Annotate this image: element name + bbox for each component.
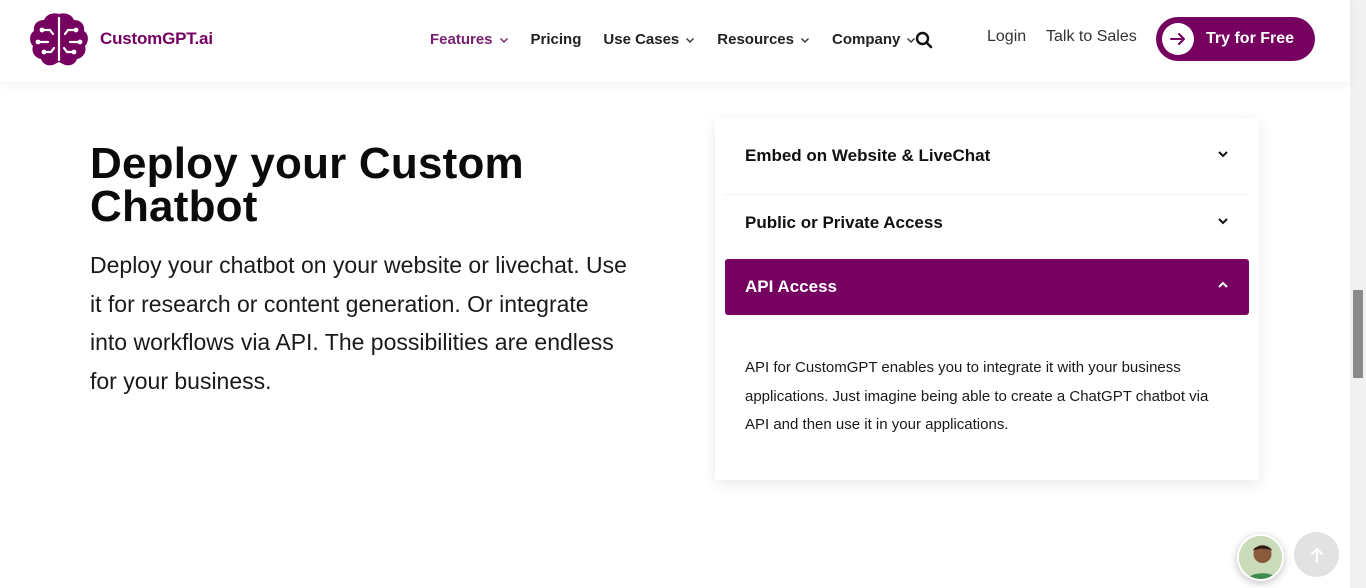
brain-logo-icon: [30, 13, 88, 66]
site-header: CustomGPT.ai Features Pricing Use Cases …: [0, 0, 1350, 82]
arrow-right-icon: [1162, 23, 1194, 55]
section-title: Deploy your Custom Chatbot: [90, 139, 524, 231]
chevron-down-icon: [1218, 151, 1228, 158]
login-link[interactable]: Login: [987, 28, 1026, 46]
back-to-top-button[interactable]: [1294, 532, 1339, 577]
scrollbar[interactable]: [1350, 0, 1366, 588]
features-accordion: Embed on Website & LiveChat Public or Pr…: [715, 118, 1259, 480]
chevron-down-icon: [686, 37, 695, 43]
nav-item-company[interactable]: Company: [832, 31, 916, 48]
accordion-item-title: Public or Private Access: [745, 212, 943, 232]
nav-item-features[interactable]: Features: [430, 31, 509, 48]
section-description: Deploy your chatbot on your website or l…: [90, 252, 627, 394]
search-icon[interactable]: [915, 31, 933, 49]
nav-item-use-cases[interactable]: Use Cases: [603, 31, 695, 48]
nav-item-label: Features: [430, 31, 493, 48]
accordion-item-access[interactable]: Public or Private Access: [725, 194, 1249, 250]
chat-avatar[interactable]: [1237, 534, 1284, 581]
brand-name: CustomGPT.ai: [100, 29, 213, 48]
nav-item-label: Pricing: [530, 31, 582, 48]
nav-item-pricing[interactable]: Pricing: [531, 31, 582, 48]
accordion-item-api[interactable]: API Access: [725, 259, 1249, 315]
try-for-free-button[interactable]: Try for Free: [1156, 17, 1315, 61]
try-for-free-label: Try for Free: [1206, 30, 1295, 47]
person-avatar-icon: [1239, 536, 1282, 579]
accordion-item-embed[interactable]: Embed on Website & LiveChat: [725, 128, 1249, 184]
nav-item-label: Resources: [717, 31, 794, 48]
chevron-up-icon: [1218, 281, 1228, 288]
accordion-item-title: Embed on Website & LiveChat: [745, 146, 991, 165]
logo[interactable]: CustomGPT.ai: [28, 10, 213, 68]
nav-item-resources[interactable]: Resources: [717, 31, 810, 48]
talk-to-sales-link[interactable]: Talk to Sales: [1046, 28, 1137, 46]
chevron-down-icon: [499, 37, 508, 43]
chevron-down-icon: [1218, 218, 1228, 225]
nav-item-label: Company: [832, 31, 901, 48]
arrow-up-icon: [1310, 547, 1323, 563]
main-nav: Features Pricing Use Cases Resources Com…: [430, 31, 938, 48]
scrollbar-thumb[interactable]: [1353, 290, 1363, 378]
accordion-panel-text: API for CustomGPT enables you to integra…: [745, 359, 1209, 433]
accordion-item-title: API Access: [745, 277, 837, 296]
chevron-down-icon: [801, 37, 809, 43]
nav-item-label: Use Cases: [603, 31, 680, 48]
